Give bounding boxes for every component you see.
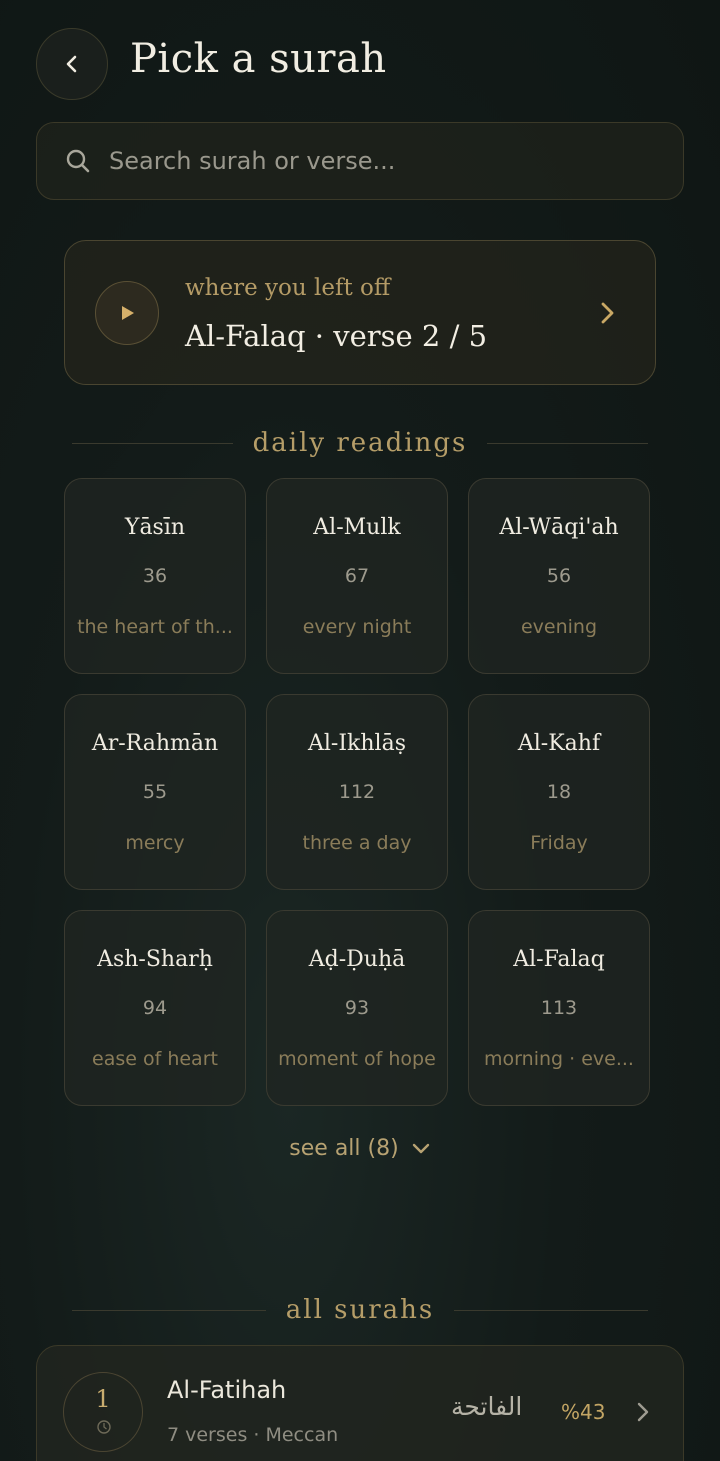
daily-readings-header: daily readings xyxy=(72,423,648,463)
back-button[interactable] xyxy=(36,28,108,100)
resume-caption: where you left off xyxy=(185,275,391,301)
surah-number: 93 xyxy=(344,997,370,1019)
daily-card[interactable]: Aḍ-Ḍuḥā 93 moment of hope xyxy=(266,910,448,1106)
daily-card[interactable]: Yāsīn 36 the heart of th... xyxy=(64,478,246,674)
surah-name: Aḍ-Ḍuḥā xyxy=(308,947,406,972)
section-title: daily readings xyxy=(252,428,468,458)
page-title: Pick a surah xyxy=(130,36,387,82)
chevron-down-icon xyxy=(412,1143,429,1153)
daily-card[interactable]: Al-Mulk 67 every night xyxy=(266,478,448,674)
surah-note: three a day xyxy=(302,832,412,854)
surah-note: moment of hope xyxy=(278,1048,436,1070)
divider xyxy=(487,442,648,444)
surah-name: Al-Wāqi'ah xyxy=(499,515,619,540)
daily-card[interactable]: Ash-Sharḥ 94 ease of heart xyxy=(64,910,246,1106)
surah-name: Ar-Rahmān xyxy=(91,731,219,756)
daily-card[interactable]: Al-Falaq 113 morning · eve... xyxy=(468,910,650,1106)
surah-note: evening xyxy=(520,616,598,638)
surah-note: the heart of th... xyxy=(77,616,233,638)
surah-number: 1 xyxy=(95,1385,111,1413)
progress-percent: %43 xyxy=(561,1400,606,1424)
surah-note: mercy xyxy=(125,832,185,854)
chevron-right-icon xyxy=(601,302,614,324)
divider xyxy=(72,1309,266,1311)
resume-title: Al-Falaq · verse 2 / 5 xyxy=(185,319,488,353)
divider xyxy=(72,442,233,444)
surah-number: 113 xyxy=(540,997,578,1019)
surah-note: every night xyxy=(302,616,412,638)
surah-number-badge: 1 xyxy=(63,1372,143,1452)
search-input[interactable] xyxy=(109,147,629,175)
surah-name: Al-Kahf xyxy=(517,731,601,756)
surah-number: 36 xyxy=(142,565,168,587)
chevron-right-icon xyxy=(637,1402,649,1422)
daily-card[interactable]: Al-Ikhlāṣ 112 three a day xyxy=(266,694,448,890)
surah-name: Al-Fatihah xyxy=(167,1376,287,1404)
section-title: all surahs xyxy=(285,1295,435,1325)
surah-meta: 7 verses · Meccan xyxy=(167,1424,339,1446)
surah-note: morning · eve... xyxy=(484,1048,634,1070)
surah-number: 18 xyxy=(546,781,572,803)
surah-name: Yāsīn xyxy=(124,515,186,540)
all-surahs-header: all surahs xyxy=(72,1290,649,1330)
surah-note: ease of heart xyxy=(92,1048,218,1070)
daily-card[interactable]: Al-Kahf 18 Friday xyxy=(468,694,650,890)
surah-number: 56 xyxy=(546,565,572,587)
surah-name: Al-Mulk xyxy=(313,515,401,540)
divider xyxy=(454,1309,649,1311)
surah-list-item[interactable]: 1 Al-Fatihah 7 verses · Meccan الفاتحة %… xyxy=(36,1345,684,1461)
surah-name: Ash-Sharḥ xyxy=(97,947,213,972)
continue-reading-card[interactable]: where you left off Al-Falaq · verse 2 / … xyxy=(64,240,656,385)
surah-number: 67 xyxy=(344,565,370,587)
surah-number: 94 xyxy=(142,997,168,1019)
search-icon xyxy=(66,149,90,173)
daily-card[interactable]: Al-Wāqi'ah 56 evening xyxy=(468,478,650,674)
surah-name: Al-Falaq xyxy=(513,947,605,972)
see-all-button[interactable]: see all (8) xyxy=(0,1136,720,1161)
search-bar[interactable] xyxy=(36,122,684,200)
surah-arabic-name: الفاتحة xyxy=(451,1392,523,1421)
revelation-icon xyxy=(97,1420,111,1434)
daily-card[interactable]: Ar-Rahmān 55 mercy xyxy=(64,694,246,890)
chevron-left-icon xyxy=(66,55,77,73)
play-icon xyxy=(122,306,134,320)
surah-name: Al-Ikhlāṣ xyxy=(308,731,406,756)
surah-number: 112 xyxy=(338,781,376,803)
surah-note: Friday xyxy=(530,832,588,854)
daily-readings-grid: Yāsīn 36 the heart of th... Al-Mulk 67 e… xyxy=(64,478,652,1106)
see-all-label: see all (8) xyxy=(289,1136,399,1161)
surah-number: 55 xyxy=(142,781,168,803)
play-button[interactable] xyxy=(95,281,159,345)
